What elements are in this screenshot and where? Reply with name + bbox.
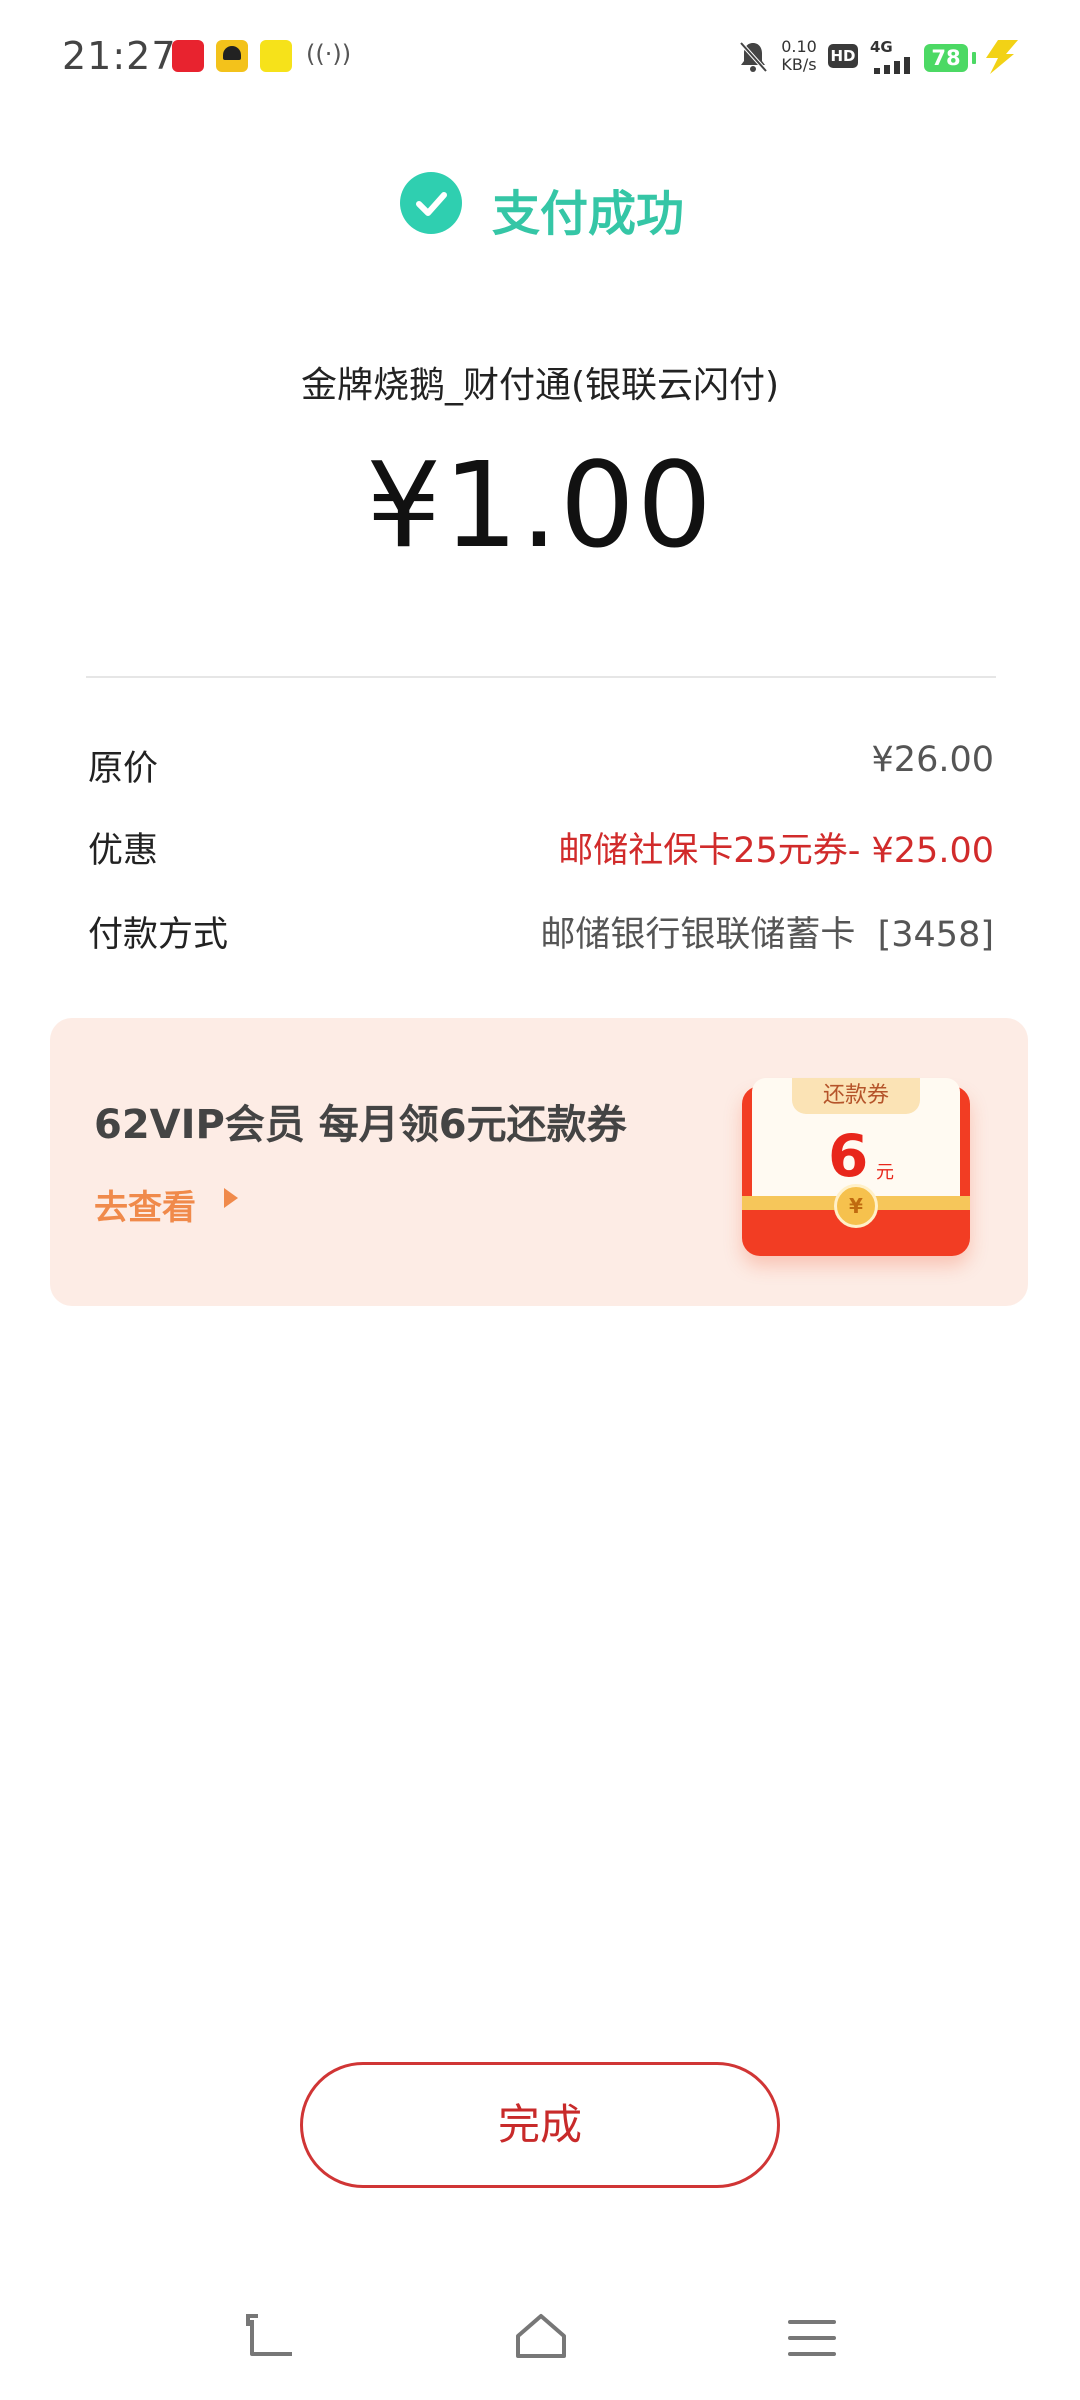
row-label: 原价 [88, 749, 159, 789]
battery-tip [972, 52, 976, 64]
divider [86, 676, 996, 678]
check-circle-icon [400, 172, 462, 234]
row-label: 付款方式 [88, 915, 229, 955]
row-value: 邮储银行银联储蓄卡 [3458] [540, 915, 994, 955]
charging-icon [984, 40, 1020, 78]
net-speed-value: 0.10 [781, 37, 817, 56]
app-notification-icon [260, 40, 292, 72]
back-icon[interactable] [244, 2310, 298, 2364]
status-time: 21:27 [62, 34, 177, 78]
net-speed-unit: KB/s [781, 55, 817, 74]
battery-level: 78 [924, 44, 968, 72]
done-button[interactable]: 完成 [300, 2062, 780, 2188]
app-notification-icon [172, 40, 204, 72]
row-value: 邮储社保卡25元券- ¥25.00 [558, 831, 994, 871]
coupon-unit: 元 [876, 1162, 894, 1183]
row-value: ¥26.00 [871, 740, 994, 780]
mute-bell-icon [738, 40, 768, 78]
payment-amount: ¥1.00 [366, 436, 714, 574]
network-type: 4G [870, 38, 893, 56]
row-label: 优惠 [88, 831, 159, 871]
net-speed: 0.10 KB/s [776, 38, 822, 74]
coupon-amount: 6 [828, 1122, 869, 1190]
merchant-name: 金牌烧鹅_财付通(银联云闪付) [300, 365, 780, 406]
promo-view-link[interactable]: 去查看 [94, 1180, 196, 1229]
arrow-right-icon [224, 1188, 238, 1208]
hd-badge: HD [828, 44, 858, 68]
coin-icon: ¥ [834, 1184, 878, 1228]
coupon-illustration: 还款券 6 元 ¥ [742, 1078, 970, 1256]
promo-title: 62VIP会员 每月领6元还款券 [94, 1102, 627, 1148]
signal-icon [874, 56, 918, 78]
menu-icon[interactable] [788, 2318, 836, 2362]
hotspot-icon: ((·)) [306, 40, 352, 68]
page-title: 支付成功 [492, 186, 685, 242]
home-icon[interactable] [512, 2312, 570, 2364]
app-notification-icon [216, 40, 248, 72]
coupon-label: 还款券 [792, 1078, 920, 1114]
status-bar: 21:27 ((·)) 0.10 KB/s HD 4G 78 [0, 0, 1080, 120]
